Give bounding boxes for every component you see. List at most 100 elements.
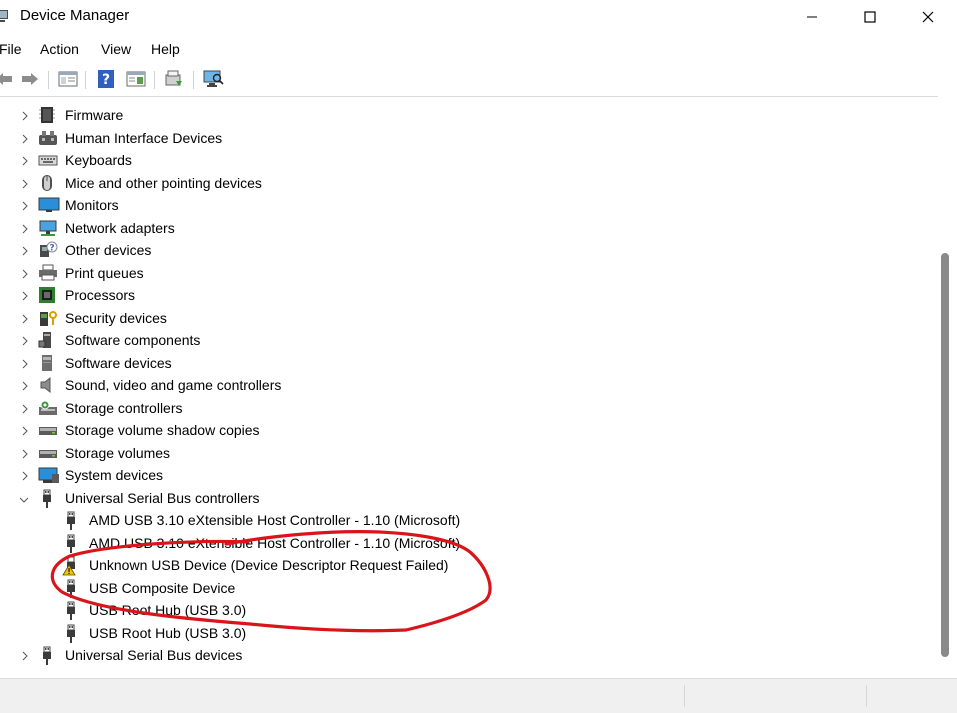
update-driver-button[interactable] xyxy=(162,68,186,90)
tree-item-label: AMD USB 3.10 eXtensible Host Controller … xyxy=(89,512,461,528)
maximize-button[interactable] xyxy=(841,0,899,34)
collapse-toggle[interactable] xyxy=(18,492,29,504)
tree-device-row[interactable]: AMD USB 3.10 eXtensible Host Controller … xyxy=(0,509,930,531)
menu-view[interactable]: View xyxy=(101,41,131,57)
chevron-right-icon xyxy=(22,156,28,166)
menu-action[interactable]: Action xyxy=(40,41,79,57)
tree-category-row[interactable]: Monitors xyxy=(0,194,930,216)
tree-item-label: Unknown USB Device (Device Descriptor Re… xyxy=(89,557,449,573)
unknown-device-icon: ? xyxy=(38,241,58,259)
tree-category-row[interactable]: Security devices xyxy=(0,307,930,329)
tree-device-row[interactable]: Unknown USB Device (Device Descriptor Re… xyxy=(0,554,930,576)
tree-device-row[interactable]: AMD USB 3.10 eXtensible Host Controller … xyxy=(0,532,930,554)
tree-category-row[interactable]: Network adapters xyxy=(0,217,930,239)
menu-file[interactable]: File xyxy=(0,41,22,57)
expand-toggle[interactable] xyxy=(20,402,30,414)
back-button[interactable] xyxy=(0,68,16,90)
expand-toggle[interactable] xyxy=(20,267,30,279)
chevron-right-icon xyxy=(22,449,28,458)
minimize-button[interactable] xyxy=(783,0,841,34)
tree-item-label: Universal Serial Bus controllers xyxy=(65,489,260,506)
expand-toggle[interactable] xyxy=(20,469,30,481)
tree-category-row[interactable]: Human Interface Devices xyxy=(0,127,930,149)
scan-hardware-button[interactable] xyxy=(201,68,225,90)
view-button[interactable] xyxy=(124,68,148,90)
hid-icon xyxy=(38,129,57,147)
expand-toggle[interactable] xyxy=(20,312,30,324)
tree-item-label: Human Interface Devices xyxy=(65,129,223,146)
expand-toggle[interactable] xyxy=(20,379,30,391)
expand-toggle[interactable] xyxy=(20,154,30,166)
tree-category-row[interactable]: Storage controllers xyxy=(0,397,930,419)
usb-icon xyxy=(62,534,80,553)
expand-toggle[interactable] xyxy=(20,244,30,256)
tree-item-label: Sound, video and game controllers xyxy=(65,377,282,393)
tree-category-row[interactable]: Sound, video and game controllers xyxy=(0,374,930,396)
expand-toggle[interactable] xyxy=(20,334,30,346)
tree-item-label: Security devices xyxy=(65,309,167,326)
expand-toggle[interactable] xyxy=(20,649,30,661)
tree-category-row[interactable]: Keyboards xyxy=(0,149,930,171)
status-bar xyxy=(0,678,957,713)
usb-icon xyxy=(38,489,56,508)
device-tree[interactable]: Firmware Human Interface Devices Keyboards… xyxy=(0,96,938,679)
scan-hardware-icon xyxy=(203,70,224,87)
menu-bar: File Action View Help xyxy=(0,36,957,62)
tree-item-label: Keyboards xyxy=(65,152,132,168)
software-component-icon xyxy=(38,331,56,349)
expand-toggle[interactable] xyxy=(20,177,30,189)
menu-help[interactable]: Help xyxy=(151,41,180,57)
tree-item-label: Firmware xyxy=(65,107,124,123)
tree-category-row[interactable]: Software components xyxy=(0,329,930,351)
tree-category-row[interactable]: ? Other devices xyxy=(0,239,930,261)
expand-toggle[interactable] xyxy=(20,447,30,459)
close-button[interactable] xyxy=(899,0,957,34)
expand-toggle[interactable] xyxy=(20,222,30,234)
chevron-right-icon xyxy=(22,201,28,211)
tree-category-row[interactable]: Universal Serial Bus devices xyxy=(0,644,930,666)
tree-device-row[interactable]: USB Root Hub (USB 3.0) xyxy=(0,599,930,621)
printer-icon xyxy=(38,264,57,282)
status-pane xyxy=(866,685,867,707)
chevron-right-icon xyxy=(22,269,28,278)
usb-warning-icon xyxy=(62,556,80,576)
tree-category-row[interactable]: Storage volumes xyxy=(0,442,930,464)
vertical-scrollbar[interactable] xyxy=(938,96,957,678)
expand-toggle[interactable] xyxy=(20,132,30,144)
chevron-right-icon xyxy=(22,404,28,413)
expand-toggle[interactable] xyxy=(20,289,30,301)
chevron-right-icon xyxy=(22,111,28,121)
toolbar-separator xyxy=(48,71,49,89)
chevron-down-icon xyxy=(19,497,29,503)
expand-toggle[interactable] xyxy=(20,199,30,211)
forward-button[interactable] xyxy=(18,68,42,90)
toolbar-separator xyxy=(193,71,194,89)
tree-category-row[interactable]: Firmware xyxy=(0,104,930,126)
tree-category-row[interactable]: Print queues xyxy=(0,262,930,284)
title-bar[interactable]: Device Manager xyxy=(0,0,957,34)
tree-device-row[interactable]: USB Root Hub (USB 3.0) xyxy=(0,622,930,644)
maximize-icon xyxy=(864,11,876,23)
help-button[interactable]: ? xyxy=(94,68,118,90)
tree-category-row[interactable]: Storage volume shadow copies xyxy=(0,419,930,441)
tree-item-label: Storage controllers xyxy=(65,399,183,416)
chevron-right-icon xyxy=(22,336,28,346)
tree-category-row[interactable]: Mice and other pointing devices xyxy=(0,172,930,194)
security-icon xyxy=(38,309,57,327)
back-arrow-icon xyxy=(0,73,12,85)
chip-icon xyxy=(38,106,56,124)
tree-category-row[interactable]: Universal Serial Bus controllers xyxy=(0,487,930,509)
tree-device-row[interactable]: USB Composite Device xyxy=(0,577,930,599)
expand-toggle[interactable] xyxy=(20,424,30,436)
tree-category-row[interactable]: System devices xyxy=(0,464,930,486)
tree-category-row[interactable]: Software devices xyxy=(0,352,930,374)
expand-toggle[interactable] xyxy=(20,109,30,121)
scrollbar-thumb[interactable] xyxy=(941,253,949,657)
svg-text:?: ? xyxy=(49,244,54,254)
expand-toggle[interactable] xyxy=(20,357,30,369)
tree-item-label: Storage volume shadow copies xyxy=(65,422,260,438)
properties-button[interactable] xyxy=(56,68,80,90)
speaker-icon xyxy=(38,376,56,394)
help-icon: ? xyxy=(98,70,114,88)
tree-category-row[interactable]: Processors xyxy=(0,284,930,306)
